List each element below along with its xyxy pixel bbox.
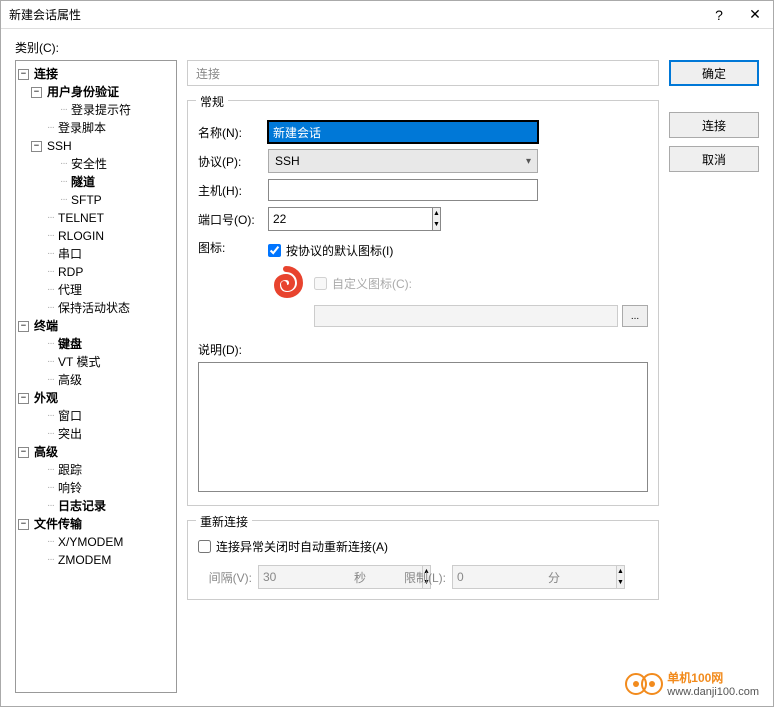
limit-unit: 分 (548, 569, 560, 586)
connect-button[interactable]: 连接 (669, 112, 759, 138)
default-icon-label: 按协议的默认图标(I) (286, 242, 393, 259)
tree-item-rdp[interactable]: RDP (56, 263, 85, 281)
tree-item-rlogin[interactable]: RLOGIN (56, 227, 106, 245)
name-label: 名称(N): (198, 124, 268, 141)
tree-toggle-icon[interactable]: − (31, 87, 42, 98)
tree-item-login-script[interactable]: 登录脚本 (56, 119, 108, 137)
default-icon-checkbox-row[interactable]: 按协议的默认图标(I) (268, 242, 648, 259)
group-reconnect-title: 重新连接 (196, 513, 252, 530)
watermark-url: www.danji100.com (667, 686, 759, 698)
tree-item-tunnel[interactable]: 隧道 (69, 173, 97, 191)
spinner-up-icon[interactable]: ▲ (433, 208, 440, 219)
default-icon-checkbox[interactable] (268, 244, 281, 257)
tree-item-bell[interactable]: 响铃 (56, 479, 84, 497)
port-spinner[interactable]: ▲ ▼ (268, 207, 358, 231)
limit-input (452, 565, 616, 589)
tree-item-logging[interactable]: 日志记录 (56, 497, 108, 515)
interval-spinner: ▲ ▼ (258, 565, 348, 589)
icon-label: 图标: (198, 239, 268, 256)
watermark-icon (641, 673, 663, 695)
custom-icon-label: 自定义图标(C): (332, 275, 412, 292)
custom-icon-checkbox-row: 自定义图标(C): (314, 275, 412, 292)
custom-icon-path-input (314, 305, 618, 327)
help-button[interactable]: ? (701, 1, 737, 29)
name-input[interactable] (268, 121, 538, 143)
tree-item-trace[interactable]: 跟踪 (56, 461, 84, 479)
settings-panel: 连接 常规 名称(N): 协议(P): SSH ▾ (187, 60, 659, 693)
tree-item-terminal[interactable]: 终端 (32, 317, 60, 335)
dialog-content: 类别(C): −连接 −用户身份验证 ···登录提示符 ···登录脚本 −SSH… (1, 29, 773, 706)
tree-toggle-icon[interactable]: − (18, 519, 29, 530)
protocol-value: SSH (275, 154, 300, 168)
port-label: 端口号(O): (198, 211, 268, 228)
protocol-select[interactable]: SSH ▾ (268, 149, 538, 173)
tree-item-advanced[interactable]: 高级 (32, 443, 60, 461)
group-general-title: 常规 (196, 93, 228, 110)
tree-item-zmodem[interactable]: ZMODEM (56, 551, 113, 569)
tree-toggle-icon[interactable]: − (18, 393, 29, 404)
tree-item-term-advanced[interactable]: 高级 (56, 371, 84, 389)
interval-label: 间隔(V): (198, 569, 252, 586)
tree-item-keepalive[interactable]: 保持活动状态 (56, 299, 132, 317)
auto-reconnect-checkbox-row[interactable]: 连接异常关闭时自动重新连接(A) (198, 538, 648, 555)
interval-unit: 秒 (354, 569, 366, 586)
tree-item-ssh[interactable]: SSH (45, 137, 74, 155)
limit-spinner: ▲ ▼ (452, 565, 542, 589)
tree-item-xymodem[interactable]: X/YMODEM (56, 533, 125, 551)
tree-item-sftp[interactable]: SFTP (69, 191, 104, 209)
tree-item-serial[interactable]: 串口 (56, 245, 84, 263)
protocol-label: 协议(P): (198, 153, 268, 170)
limit-label: 限制(L): (392, 569, 446, 586)
ok-button[interactable]: 确定 (669, 60, 759, 86)
close-button[interactable]: ✕ (737, 1, 773, 29)
action-buttons-panel: 确定 连接 取消 (669, 60, 759, 693)
group-reconnect: 重新连接 连接异常关闭时自动重新连接(A) 间隔(V): ▲ ▼ (187, 520, 659, 600)
tree-toggle-icon[interactable]: − (18, 69, 29, 80)
panel-header: 连接 (187, 60, 659, 86)
titlebar: 新建会话属性 ? ✕ (1, 1, 773, 29)
tree-toggle-icon[interactable]: − (18, 447, 29, 458)
spinner-up-icon: ▲ (617, 566, 624, 577)
cancel-button[interactable]: 取消 (669, 146, 759, 172)
browse-button[interactable]: ... (622, 305, 648, 327)
main-layout: −连接 −用户身份验证 ···登录提示符 ···登录脚本 −SSH ···安全性… (15, 60, 759, 693)
tree-item-login-prompt[interactable]: 登录提示符 (69, 101, 133, 119)
session-icon (268, 265, 304, 301)
dialog-window: 新建会话属性 ? ✕ 类别(C): −连接 −用户身份验证 ···登录提示符 ·… (0, 0, 774, 707)
group-general: 常规 名称(N): 协议(P): SSH ▾ 主机(H): (187, 100, 659, 506)
description-textarea[interactable] (198, 362, 648, 492)
host-label: 主机(H): (198, 182, 268, 199)
window-controls: ? ✕ (701, 1, 773, 29)
tree-item-vt-mode[interactable]: VT 模式 (56, 353, 102, 371)
auto-reconnect-label: 连接异常关闭时自动重新连接(A) (216, 538, 388, 555)
tree-item-window[interactable]: 窗口 (56, 407, 84, 425)
category-tree[interactable]: −连接 −用户身份验证 ···登录提示符 ···登录脚本 −SSH ···安全性… (15, 60, 177, 693)
port-input[interactable] (268, 207, 432, 231)
window-title: 新建会话属性 (9, 6, 81, 23)
description-label: 说明(D): (198, 341, 648, 358)
tree-item-highlight[interactable]: 突出 (56, 425, 84, 443)
tree-item-user-auth[interactable]: 用户身份验证 (45, 83, 121, 101)
tree-item-telnet[interactable]: TELNET (56, 209, 106, 227)
host-input[interactable] (268, 179, 538, 201)
category-label: 类别(C): (15, 39, 759, 56)
tree-item-proxy[interactable]: 代理 (56, 281, 84, 299)
spinner-down-icon[interactable]: ▼ (433, 219, 440, 230)
tree-item-file-transfer[interactable]: 文件传输 (32, 515, 84, 533)
tree-toggle-icon[interactable]: − (18, 321, 29, 332)
tree-item-keyboard[interactable]: 键盘 (56, 335, 84, 353)
custom-icon-checkbox (314, 277, 327, 290)
watermark: 单机100网 www.danji100.com (625, 669, 759, 698)
auto-reconnect-checkbox[interactable] (198, 540, 211, 553)
chevron-down-icon: ▾ (526, 156, 531, 167)
tree-item-security[interactable]: 安全性 (69, 155, 109, 173)
watermark-brand: 单机100网 (667, 669, 759, 686)
tree-item-connection[interactable]: 连接 (32, 65, 60, 83)
tree-toggle-icon[interactable]: − (31, 141, 42, 152)
tree-item-appearance[interactable]: 外观 (32, 389, 60, 407)
spinner-down-icon: ▼ (617, 577, 624, 588)
